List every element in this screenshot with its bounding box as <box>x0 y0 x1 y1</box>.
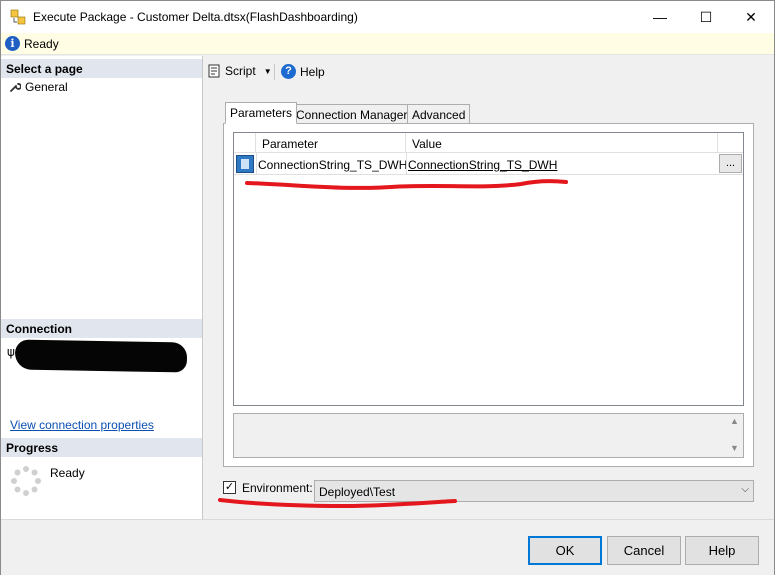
select-page-header: Select a page <box>1 59 202 78</box>
minimize-button[interactable]: — <box>637 1 683 33</box>
close-button[interactable]: ✕ <box>728 1 774 33</box>
redacted-connection-name <box>14 339 188 373</box>
environment-select[interactable]: Deployed\Test ⌵ <box>314 480 754 502</box>
connection-header: Connection <box>1 319 202 338</box>
environment-value: Deployed\Test <box>319 485 396 499</box>
chevron-down-icon: ⌵ <box>741 484 749 495</box>
column-divider <box>406 153 407 174</box>
cancel-button[interactable]: Cancel <box>607 536 681 565</box>
progress-header: Progress <box>1 438 202 457</box>
status-text: Ready <box>24 37 59 51</box>
environment-label: Environment: <box>242 481 313 495</box>
parameters-grid: Parameter Value ConnectionString_TS_DWH … <box>233 132 744 406</box>
description-box: ▲ ▼ <box>233 413 744 458</box>
script-label: Script <box>225 64 256 78</box>
info-icon: i <box>5 36 20 51</box>
script-button[interactable]: Script ▼ <box>208 64 272 78</box>
scroll-up-icon[interactable]: ▲ <box>730 416 739 426</box>
toolbar-separator <box>274 64 275 80</box>
view-connection-properties-link[interactable]: View connection properties <box>10 418 154 432</box>
column-header-value[interactable]: Value <box>406 133 718 153</box>
help-label: Help <box>300 64 325 79</box>
column-header-parameter[interactable]: Parameter <box>256 133 406 153</box>
column-divider <box>256 153 257 174</box>
parameter-icon <box>236 155 254 173</box>
parameter-value[interactable]: ConnectionString_TS_DWH <box>408 158 557 172</box>
button-bar: OK Cancel Help <box>1 519 774 575</box>
scroll-down-icon[interactable]: ▼ <box>730 443 739 453</box>
grid-header-corner <box>234 133 256 153</box>
left-pane: Select a page General Connection ψ View … <box>1 56 203 519</box>
status-bar: i Ready <box>1 33 774 55</box>
page-general-label: General <box>25 80 68 94</box>
package-icon <box>10 9 26 25</box>
tab-connection-managers[interactable]: Connection Managers <box>291 104 419 124</box>
tab-parameters[interactable]: Parameters <box>225 102 298 124</box>
progress-spinner-icon <box>11 466 41 496</box>
wrench-icon <box>10 83 21 92</box>
page-general[interactable]: General <box>9 79 68 95</box>
tab-advanced[interactable]: Advanced <box>407 104 471 124</box>
script-icon <box>208 64 220 78</box>
help-dialog-button[interactable]: Help <box>685 536 759 565</box>
edit-value-button[interactable]: ... <box>719 154 742 173</box>
progress-status: Ready <box>50 466 85 480</box>
execute-package-dialog: Execute Package - Customer Delta.dtsx(Fl… <box>0 0 775 575</box>
grid-header: Parameter Value <box>234 133 743 153</box>
ok-button[interactable]: OK <box>528 536 602 565</box>
environment-checkbox[interactable]: ✓ <box>223 481 236 494</box>
toolbar: Script ▼ ? Help <box>204 56 774 86</box>
parameter-name: ConnectionString_TS_DWH <box>258 158 408 172</box>
connection-icon: ψ <box>7 345 15 359</box>
description-scrollbar[interactable]: ▲ ▼ <box>726 414 743 457</box>
chevron-down-icon: ▼ <box>263 66 272 76</box>
help-button[interactable]: ? Help <box>281 64 325 79</box>
help-icon: ? <box>281 64 296 79</box>
title-bar: Execute Package - Customer Delta.dtsx(Fl… <box>1 1 774 33</box>
maximize-button[interactable]: ☐ <box>683 1 729 33</box>
window-title: Execute Package - Customer Delta.dtsx(Fl… <box>33 10 358 24</box>
table-row[interactable]: ConnectionString_TS_DWH ConnectionString… <box>234 153 743 175</box>
